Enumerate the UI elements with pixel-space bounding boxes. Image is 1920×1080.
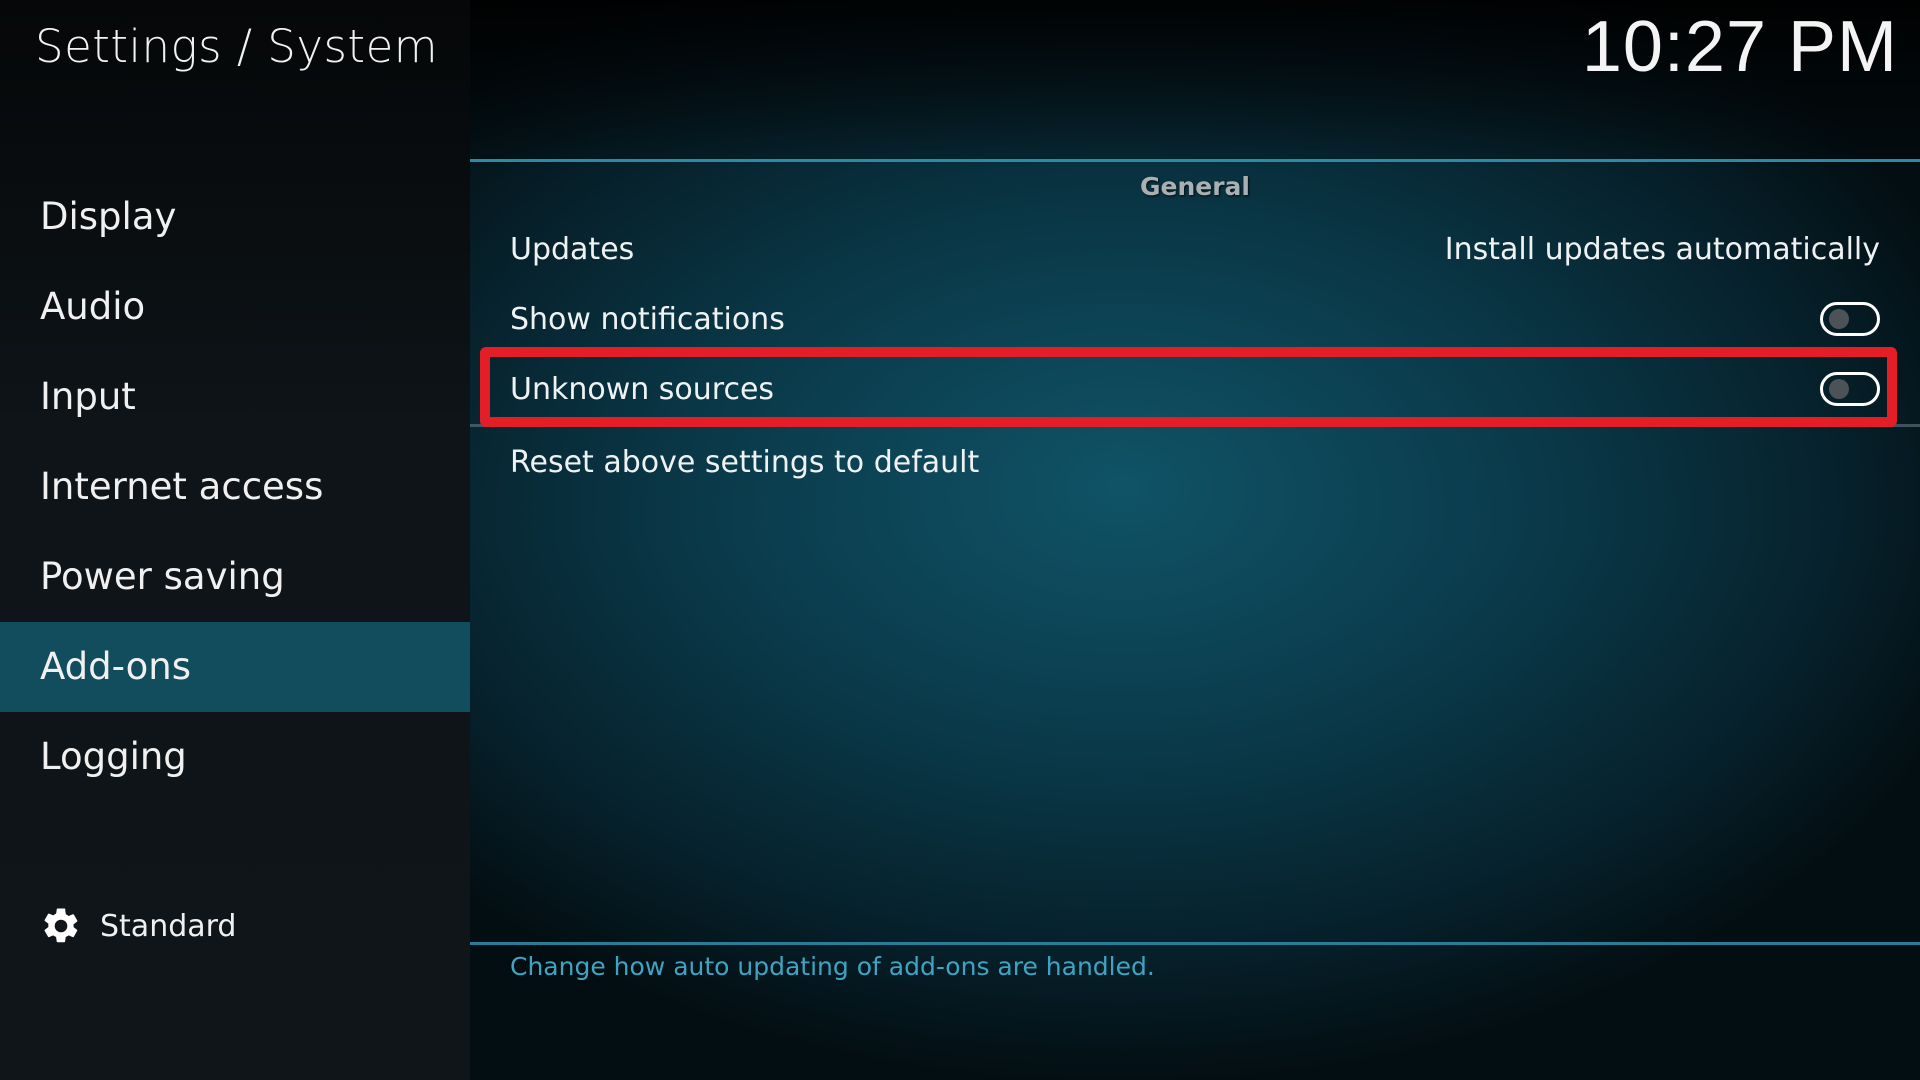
sidebar-nav: Display Audio Input Internet access Powe… <box>0 172 470 802</box>
setting-label: Reset above settings to default <box>510 444 980 480</box>
settings-level-label: Standard <box>100 908 237 944</box>
setting-reset-defaults[interactable]: Reset above settings to default <box>470 427 1880 497</box>
group-title-general: General <box>1140 172 1250 201</box>
setting-label: Show notifications <box>510 301 785 337</box>
setting-label: Updates <box>510 231 635 267</box>
clock: 10:27 PM <box>1581 7 1898 87</box>
unknown-sources-toggle[interactable] <box>1820 372 1880 406</box>
settings-level-button[interactable]: Standard <box>40 900 236 952</box>
sidebar-item-logging[interactable]: Logging <box>0 712 470 802</box>
setting-value: Install updates automatically <box>1444 231 1880 267</box>
page-title: Settings / System <box>35 20 439 73</box>
header-divider <box>470 159 1920 162</box>
gear-icon <box>44 908 78 943</box>
sidebar-item-input[interactable]: Input <box>0 352 470 442</box>
setting-updates[interactable]: Updates Install updates automatically <box>470 214 1880 284</box>
show-notifications-toggle[interactable] <box>1820 302 1880 336</box>
sidebar-item-power-saving[interactable]: Power saving <box>0 532 470 622</box>
toggle-knob <box>1829 309 1849 329</box>
setting-show-notifications[interactable]: Show notifications <box>470 284 1880 354</box>
sidebar-item-display[interactable]: Display <box>0 172 470 262</box>
setting-description: Change how auto updating of add-ons are … <box>510 952 1155 981</box>
setting-label: Unknown sources <box>510 371 775 407</box>
footer-divider <box>470 942 1920 945</box>
sidebar-item-internet-access[interactable]: Internet access <box>0 442 470 532</box>
sidebar-item-add-ons[interactable]: Add-ons <box>0 622 470 712</box>
setting-unknown-sources[interactable]: Unknown sources <box>470 354 1880 424</box>
toggle-knob <box>1829 379 1849 399</box>
sidebar-item-audio[interactable]: Audio <box>0 262 470 352</box>
main-background <box>470 0 1920 1080</box>
